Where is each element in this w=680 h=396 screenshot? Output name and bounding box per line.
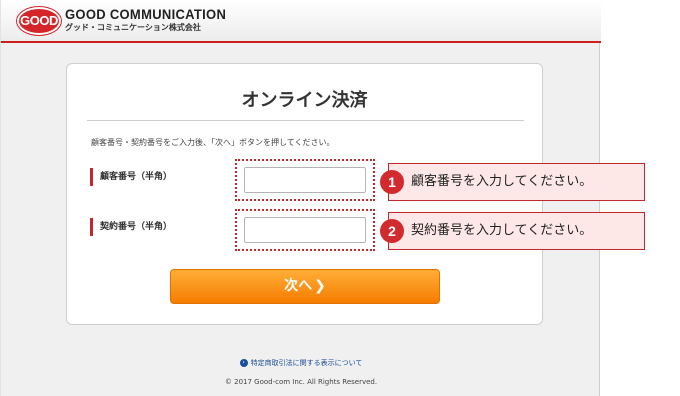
- brand-logo-badge[interactable]: GOOD: [17, 7, 61, 35]
- contract-number-highlight: [235, 209, 375, 251]
- legal-notice-link[interactable]: › 特定商取引法に関する表示について: [1, 358, 601, 368]
- customer-number-input[interactable]: [244, 167, 366, 193]
- callout-customer-number: 顧客番号を入力してください。: [388, 163, 645, 201]
- arrow-circle-icon: ›: [239, 359, 248, 367]
- contract-number-input[interactable]: [244, 217, 366, 243]
- customer-number-highlight: [235, 159, 375, 201]
- next-button[interactable]: 次へ ❯: [170, 269, 440, 304]
- customer-number-label: 顧客番号（半角）: [90, 168, 172, 186]
- chevron-right-icon: ❯: [314, 278, 326, 294]
- step-number-badge-1: 1: [380, 170, 404, 194]
- brand-logo-text[interactable]: GOOD COMMUNICATION グッド・コミュニケーション株式会社: [65, 6, 227, 33]
- brand-name: GOOD COMMUNICATION: [65, 6, 227, 23]
- brand-subname: グッド・コミュニケーション株式会社: [65, 23, 201, 32]
- step-number-badge-2: 2: [380, 219, 404, 243]
- page-title: オンライン決済: [241, 90, 368, 111]
- legal-notice-text: 特定商取引法に関する表示について: [250, 359, 363, 367]
- contract-number-label: 契約番号（半角）: [90, 218, 172, 236]
- next-button-label: 次へ: [284, 278, 313, 294]
- callout-contract-number: 契約番号を入力してください。: [388, 212, 645, 250]
- title-divider: [87, 120, 524, 121]
- copyright-text: © 2017 Good-com Inc. All Rights Reserved…: [224, 378, 378, 386]
- form-instructions: 顧客番号・契約番号をご入力後、「次へ」ボタンを押してください。: [91, 138, 335, 147]
- site-header: GOOD GOOD COMMUNICATION グッド・コミュニケーション株式会…: [1, 0, 601, 43]
